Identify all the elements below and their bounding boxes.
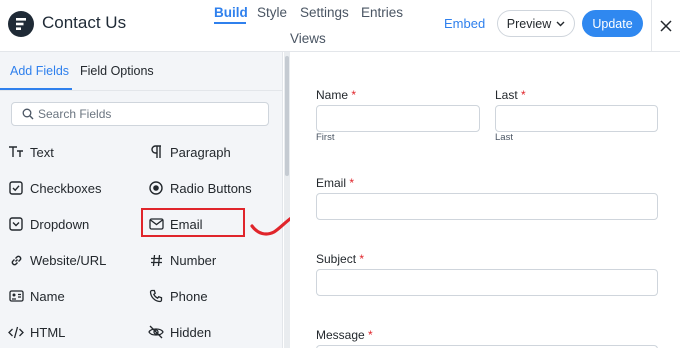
id-card-icon bbox=[8, 288, 24, 304]
tab-entries[interactable]: Entries bbox=[361, 5, 403, 20]
preview-button[interactable]: Preview bbox=[497, 10, 575, 37]
checkbox-icon bbox=[8, 180, 24, 196]
paragraph-icon bbox=[148, 144, 164, 160]
chevron-down-icon bbox=[556, 21, 565, 26]
last-name-input[interactable] bbox=[495, 105, 658, 132]
name-label: Name * bbox=[316, 88, 357, 102]
subject-label: Subject * bbox=[316, 252, 365, 266]
field-website-url[interactable]: Website/URL bbox=[8, 249, 106, 271]
formidable-logo-icon[interactable] bbox=[8, 11, 34, 37]
field-label: Radio Buttons bbox=[170, 180, 252, 196]
phone-icon bbox=[148, 288, 164, 304]
field-label: Name bbox=[30, 288, 65, 304]
field-hidden[interactable]: Hidden bbox=[148, 321, 211, 343]
close-button[interactable] bbox=[651, 0, 680, 52]
form-title: Contact Us bbox=[42, 13, 127, 32]
tab-style[interactable]: Style bbox=[257, 5, 287, 20]
tab-add-fields[interactable]: Add Fields bbox=[10, 64, 69, 78]
tab-field-options[interactable]: Field Options bbox=[80, 64, 154, 78]
search-fields-box bbox=[11, 102, 269, 126]
field-label: Website/URL bbox=[30, 252, 107, 268]
sidebar-divider bbox=[0, 90, 283, 91]
text-icon bbox=[8, 144, 24, 160]
email-highlight-box bbox=[141, 208, 245, 237]
dropdown-icon bbox=[8, 216, 24, 232]
last-sublabel: Last bbox=[495, 132, 513, 143]
search-icon bbox=[22, 108, 34, 120]
field-paragraph[interactable]: Paragraph bbox=[148, 141, 231, 163]
field-label: Dropdown bbox=[30, 216, 90, 232]
first-name-input[interactable] bbox=[316, 105, 480, 132]
form-preview: Name * First Last * Last Email * Subject… bbox=[290, 52, 680, 348]
embed-link[interactable]: Embed bbox=[444, 16, 485, 31]
eye-slash-icon bbox=[148, 324, 164, 340]
field-checkboxes[interactable]: Checkboxes bbox=[8, 177, 102, 199]
sidebar-scroll-thumb[interactable] bbox=[285, 56, 289, 176]
field-label: Paragraph bbox=[170, 144, 231, 160]
field-phone[interactable]: Phone bbox=[148, 285, 208, 307]
close-icon bbox=[660, 20, 672, 32]
tab-settings[interactable]: Settings bbox=[300, 5, 349, 20]
builder-header: Contact Us Build Style Settings Entries … bbox=[0, 0, 680, 52]
subject-input[interactable] bbox=[316, 269, 658, 296]
field-dropdown[interactable]: Dropdown bbox=[8, 213, 89, 235]
search-fields-input[interactable] bbox=[38, 105, 263, 123]
field-html[interactable]: HTML bbox=[8, 321, 65, 343]
field-label: HTML bbox=[30, 324, 66, 340]
field-radio-buttons[interactable]: Radio Buttons bbox=[148, 177, 252, 199]
radio-icon bbox=[148, 180, 164, 196]
preview-label: Preview bbox=[506, 16, 552, 31]
fields-sidebar: Add Fields Field Options Text Paragraph … bbox=[0, 52, 283, 348]
field-text[interactable]: Text bbox=[8, 141, 54, 163]
field-label: Number bbox=[170, 252, 217, 268]
tab-build[interactable]: Build bbox=[214, 5, 248, 20]
field-label: Text bbox=[30, 144, 54, 160]
field-number[interactable]: Number bbox=[148, 249, 216, 271]
field-label: Hidden bbox=[170, 324, 212, 340]
update-button[interactable]: Update bbox=[582, 10, 643, 37]
builder-nav: Build Style Settings Entries Views bbox=[205, 0, 410, 52]
tab-views[interactable]: Views bbox=[290, 31, 326, 46]
field-label: Phone bbox=[170, 288, 208, 304]
active-tab-underline bbox=[214, 22, 246, 24]
field-label: Checkboxes bbox=[30, 180, 102, 196]
last-label: Last * bbox=[495, 88, 526, 102]
email-input[interactable] bbox=[316, 193, 658, 220]
hash-icon bbox=[148, 252, 164, 268]
field-name[interactable]: Name bbox=[8, 285, 65, 307]
email-label: Email * bbox=[316, 176, 355, 190]
message-label: Message * bbox=[316, 328, 373, 342]
link-icon bbox=[8, 252, 24, 268]
code-icon bbox=[8, 324, 24, 340]
first-sublabel: First bbox=[316, 132, 335, 143]
